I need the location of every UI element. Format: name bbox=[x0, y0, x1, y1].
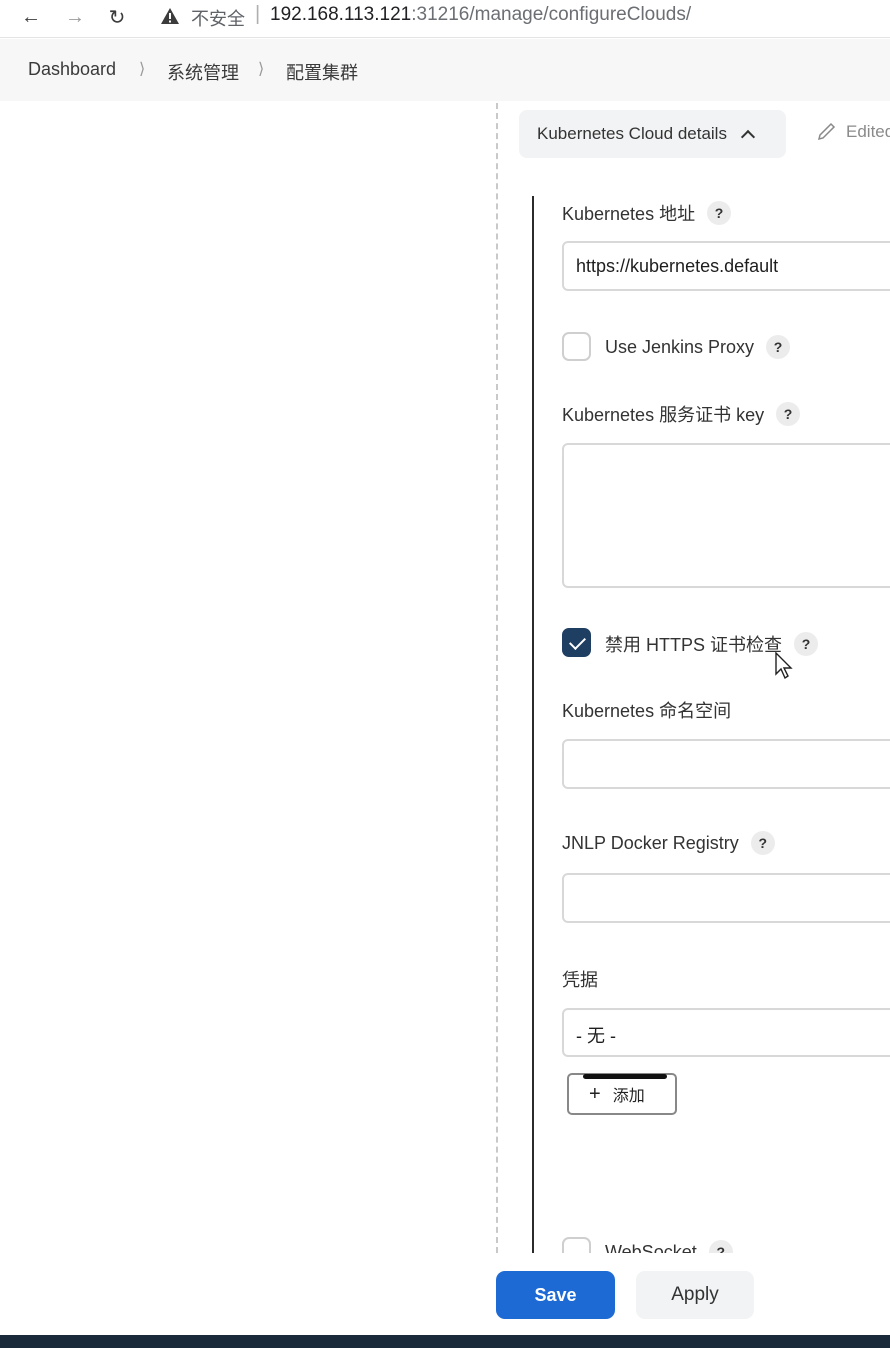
namespace-input[interactable] bbox=[562, 739, 890, 789]
url-host: 192.168.113.121 bbox=[270, 4, 412, 25]
plus-icon: + bbox=[589, 1082, 601, 1105]
edited-label: Edited bbox=[846, 122, 890, 141]
help-icon[interactable]: ? bbox=[776, 402, 801, 426]
edited-indicator: Edited bbox=[816, 122, 890, 142]
save-button[interactable]: Save bbox=[496, 1271, 615, 1319]
warning-icon[interactable] bbox=[160, 6, 180, 26]
breadcrumb: Dashboard ⟩ 系统管理 ⟩ 配置集群 bbox=[0, 39, 890, 101]
help-icon[interactable]: ? bbox=[766, 335, 791, 359]
browser-address-bar: ← → ↻ 不安全 | 192.168.113.121:31216/manage… bbox=[0, 0, 890, 38]
jnlp-registry-label: JNLP Docker Registry ? bbox=[562, 831, 775, 855]
breadcrumb-item-dashboard[interactable]: Dashboard bbox=[28, 59, 116, 80]
os-taskbar bbox=[0, 1335, 890, 1348]
server-cert-textarea[interactable] bbox=[562, 443, 890, 588]
pencil-icon bbox=[817, 122, 836, 141]
reload-icon[interactable]: ↻ bbox=[102, 4, 132, 30]
namespace-label: Kubernetes 命名空间 bbox=[562, 697, 731, 723]
url-path: :31216/manage/configureClouds/ bbox=[411, 4, 692, 25]
k8s-url-input[interactable] bbox=[562, 241, 890, 291]
use-proxy-checkbox[interactable] bbox=[562, 332, 591, 361]
server-cert-label: Kubernetes 服务证书 key ? bbox=[562, 401, 801, 427]
cloud-details-toggle-label: Kubernetes Cloud details bbox=[537, 124, 727, 143]
disable-https-label-text: 禁用 HTTPS 证书检查 bbox=[605, 635, 783, 655]
nesting-guide-line bbox=[496, 103, 498, 1253]
chevron-right-icon: ⟩ bbox=[258, 61, 265, 78]
bottom-action-bar: Save Apply bbox=[0, 1253, 890, 1335]
add-credentials-label: 添加 bbox=[612, 1088, 645, 1105]
url-separator: | bbox=[255, 3, 261, 25]
help-icon[interactable]: ? bbox=[794, 632, 819, 656]
cloud-details-toggle[interactable]: Kubernetes Cloud details bbox=[519, 110, 786, 158]
namespace-label-text: Kubernetes 命名空间 bbox=[562, 701, 732, 721]
mouse-cursor-icon bbox=[775, 652, 793, 680]
apply-button[interactable]: Apply bbox=[636, 1271, 754, 1319]
use-proxy-label: Use Jenkins Proxy ? bbox=[605, 335, 791, 359]
k8s-url-label: Kubernetes 地址 ? bbox=[562, 200, 732, 226]
insecure-label[interactable]: 不安全 bbox=[191, 5, 245, 31]
credentials-select-value: - 无 - bbox=[576, 1026, 616, 1046]
breadcrumb-item-manage[interactable]: 系统管理 bbox=[167, 59, 239, 85]
jnlp-registry-input[interactable] bbox=[562, 873, 890, 923]
button-highlight-bar bbox=[583, 1074, 667, 1079]
section-border-line bbox=[532, 196, 534, 1256]
credentials-label-text: 凭据 bbox=[562, 970, 598, 990]
use-proxy-label-text: Use Jenkins Proxy bbox=[605, 336, 755, 357]
chevron-up-icon bbox=[740, 129, 756, 145]
back-arrow-icon[interactable]: ← bbox=[16, 4, 46, 30]
chevron-right-icon: ⟩ bbox=[139, 61, 146, 78]
forward-arrow-icon[interactable]: → bbox=[60, 4, 90, 30]
credentials-select[interactable]: - 无 - bbox=[562, 1008, 890, 1057]
url-field[interactable]: 192.168.113.121:31216/manage/configureCl… bbox=[270, 4, 691, 26]
credentials-label: 凭据 bbox=[562, 966, 598, 992]
add-credentials-button[interactable]: + 添加 bbox=[567, 1073, 677, 1115]
server-cert-label-text: Kubernetes 服务证书 key bbox=[562, 405, 765, 425]
help-icon[interactable]: ? bbox=[707, 201, 732, 225]
jnlp-registry-label-text: JNLP Docker Registry bbox=[562, 832, 739, 853]
help-icon[interactable]: ? bbox=[750, 831, 775, 855]
k8s-url-label-text: Kubernetes 地址 bbox=[562, 204, 696, 224]
breadcrumb-item-configure-clouds[interactable]: 配置集群 bbox=[286, 59, 358, 85]
disable-https-checkbox[interactable] bbox=[562, 628, 591, 657]
